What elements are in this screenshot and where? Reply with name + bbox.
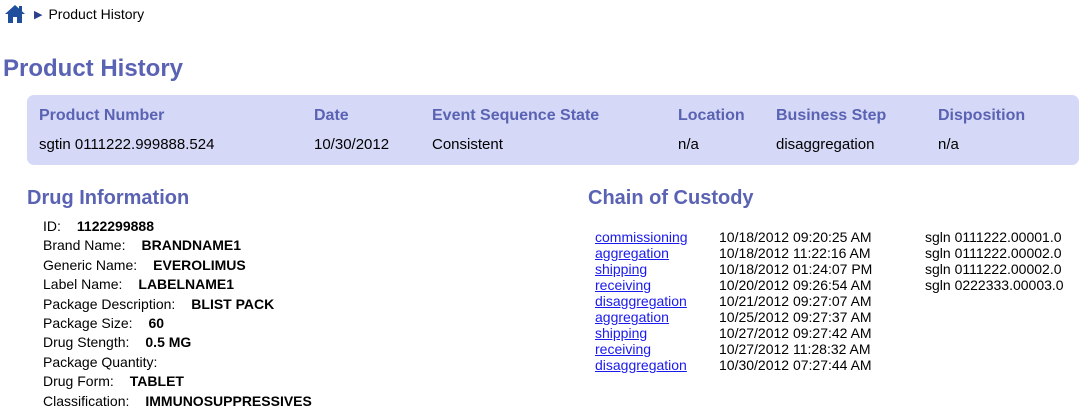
drug-info-label: Classification: (43, 392, 130, 409)
drug-info-value: LABELNAME1 (138, 276, 235, 293)
drug-info-list: ID: 1122299888 Brand Name: BRANDNAME1 Gene… (43, 217, 312, 411)
drug-info-label: Label Name: (43, 276, 123, 293)
chain-event-time: 10/21/2012 09:27:07 AM (719, 293, 872, 309)
drug-info-row-id: ID: 1122299888 (43, 217, 312, 236)
drug-info-row-generic-name: Generic Name: EVEROLIMUS (43, 256, 312, 275)
drug-info-row-drug-form: Drug Form: TABLET (43, 372, 312, 391)
chain-event-location: sgln 0111222.00002.0 (925, 245, 1062, 261)
chain-event-time: 10/18/2012 01:24:07 PM (719, 261, 873, 277)
drug-info-label: Brand Name: (43, 237, 126, 254)
drug-info-label: Drug Form: (43, 373, 114, 390)
drug-info-value: 60 (148, 314, 165, 331)
chain-event-time: 10/20/2012 09:26:54 AM (719, 277, 872, 293)
drug-info-label: Drug Stength: (43, 334, 130, 351)
drug-info-label: Package Size: (43, 314, 133, 331)
breadcrumb-current: Product History (48, 6, 145, 22)
summary-header-business-step: Business Step (776, 107, 887, 124)
breadcrumb-arrow-icon: ▶ (34, 8, 43, 21)
summary-value-location: n/a (678, 136, 699, 153)
drug-info-value: 0.5 MG (145, 334, 192, 351)
drug-info-value: BLIST PACK (191, 295, 275, 312)
chain-event-location: sgln 0111222.00001.0 (925, 229, 1062, 245)
chain-event-time: 10/27/2012 09:27:42 AM (719, 325, 872, 341)
home-icon[interactable] (4, 3, 26, 25)
drug-info-row-package-description: Package Description: BLIST PACK (43, 295, 312, 314)
chain-event-link-aggregation[interactable]: aggregation (595, 309, 669, 325)
summary-header-event-state: Event Sequence State (432, 107, 600, 124)
chain-event-link-commissioning[interactable]: commissioning (595, 229, 688, 245)
summary-value-event-state: Consistent (432, 136, 503, 153)
chain-of-custody-title: Chain of Custody (588, 187, 754, 209)
summary-header-location: Location (678, 107, 745, 124)
product-summary-panel: Product Number sgtin 0111222.999888.524 … (27, 95, 1079, 165)
summary-header-product-number: Product Number (39, 107, 165, 124)
drug-info-value: IMMUNOSUPPRESSIVES (145, 392, 312, 409)
drug-info-label: ID: (43, 218, 61, 234)
summary-header-disposition: Disposition (938, 107, 1026, 124)
breadcrumb: ▶ Product History (4, 3, 144, 25)
chain-event-location: sgln 0222333.00003.0 (925, 277, 1064, 293)
drug-info-row-classification: Classification: IMMUNOSUPPRESSIVES (43, 392, 312, 411)
drug-info-row-drug-strength: Drug Stength: 0.5 MG (43, 333, 312, 352)
chain-event-time: 10/18/2012 09:20:25 AM (719, 229, 872, 245)
drug-info-value: 1122299888 (76, 218, 154, 234)
drug-info-label: Package Description: (43, 295, 176, 312)
chain-event-link-aggregation[interactable]: aggregation (595, 245, 669, 261)
chain-event-time: 10/30/2012 07:27:44 AM (719, 357, 872, 373)
chain-event-link-receiving[interactable]: receiving (595, 277, 651, 293)
summary-value-business-step: disaggregation (776, 136, 875, 153)
drug-info-label: Generic Name: (43, 256, 138, 273)
page-title: Product History (3, 55, 184, 82)
summary-header-date: Date (314, 107, 349, 124)
chain-event-link-receiving[interactable]: receiving (595, 341, 651, 357)
summary-value-disposition: n/a (938, 136, 959, 153)
drug-info-value: EVEROLIMUS (153, 256, 246, 273)
summary-value-date: 10/30/2012 (314, 136, 390, 153)
drug-info-row-label-name: Label Name: LABELNAME1 (43, 275, 312, 294)
summary-value-product-number: sgtin 0111222.999888.524 (39, 136, 215, 153)
chain-event-link-disaggregation[interactable]: disaggregation (595, 357, 687, 373)
chain-event-link-disaggregation[interactable]: disaggregation (595, 293, 687, 309)
drug-info-label: Package Quantity: (43, 353, 158, 370)
chain-event-link-shipping[interactable]: shipping (595, 261, 647, 277)
chain-event-link-shipping[interactable]: shipping (595, 325, 647, 341)
drug-info-title: Drug Information (27, 187, 190, 209)
drug-info-value: TABLET (129, 373, 184, 390)
drug-info-value: BRANDNAME1 (141, 237, 242, 254)
chain-event-time: 10/18/2012 11:22:16 AM (719, 245, 871, 261)
chain-event-time: 10/27/2012 11:28:32 AM (719, 341, 871, 357)
drug-info-row-package-size: Package Size: 60 (43, 314, 312, 333)
chain-event-time: 10/25/2012 09:27:37 AM (719, 309, 872, 325)
drug-info-row-package-quantity: Package Quantity: (43, 353, 312, 372)
chain-event-location: sgln 0111222.00002.0 (925, 261, 1062, 277)
drug-info-row-brand-name: Brand Name: BRANDNAME1 (43, 236, 312, 255)
